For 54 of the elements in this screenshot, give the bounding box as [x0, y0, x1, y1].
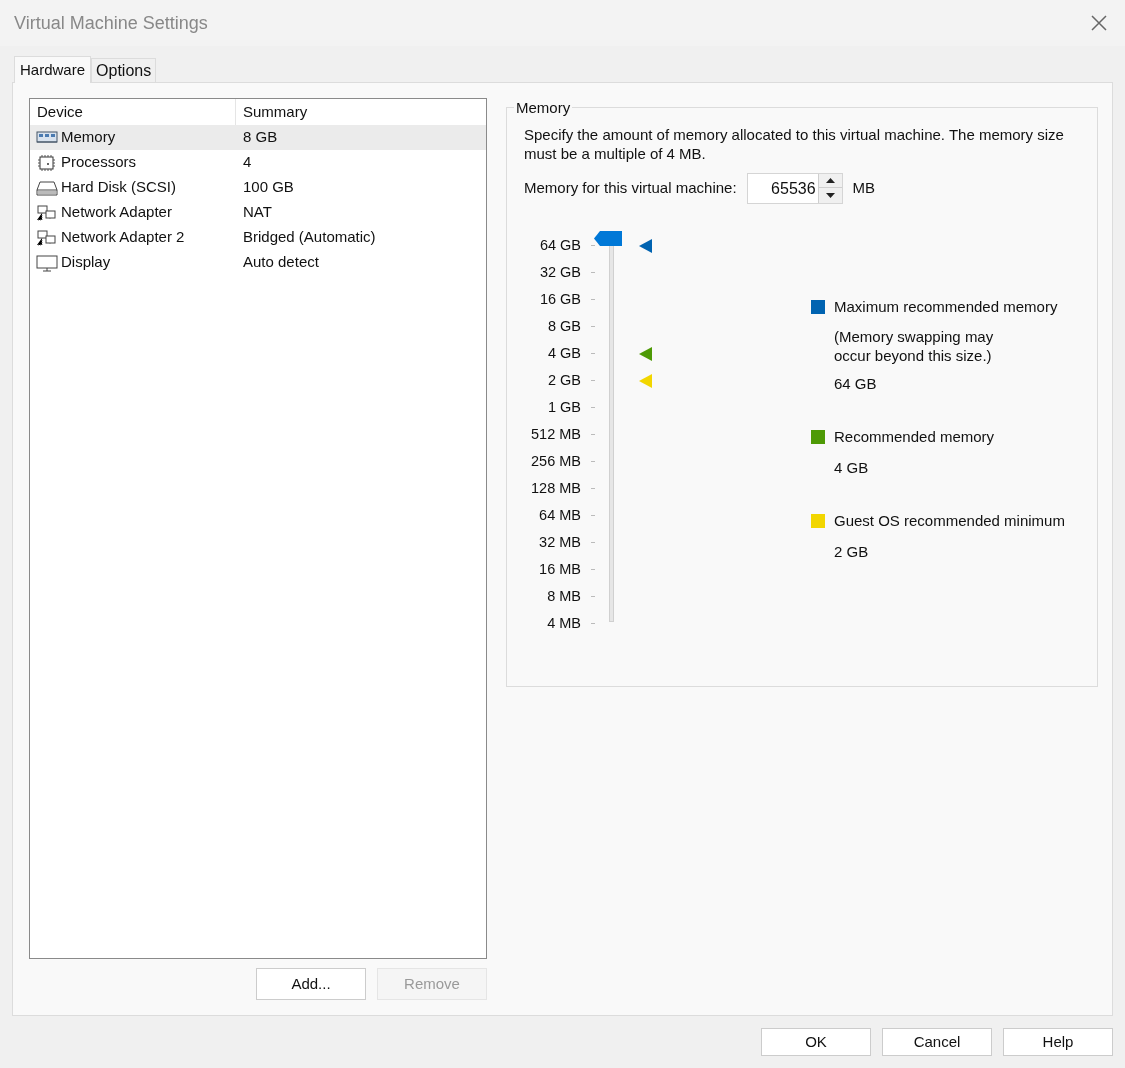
description-text: Specify the amount of memory allocated to this virtual machine. The memory size must be a multiple of 4 MB. — [524, 125, 1065, 163]
tick-label: 1 GB — [546, 397, 581, 417]
window-title: Virtual Machine Settings — [14, 11, 208, 35]
legend-value: 64 GB — [833, 373, 878, 394]
dialog-button[interactable]: Cancel — [882, 1028, 992, 1056]
tick-label: 128 MB — [530, 478, 581, 498]
tick-label: 16 MB — [538, 559, 581, 579]
tick-label: 32 GB — [538, 262, 581, 282]
slider-thumb[interactable] — [594, 231, 624, 246]
dialog-button[interactable]: OK — [761, 1028, 871, 1056]
tick-label: 4 MB — [546, 613, 581, 633]
device-summary: 4 — [242, 152, 252, 173]
device-summary: 100 GB — [242, 177, 294, 198]
tab[interactable]: Options — [91, 58, 157, 82]
device-name: Network Adapter 2 — [60, 227, 185, 248]
network-icon — [35, 203, 59, 222]
tick-label: 16 GB — [538, 289, 581, 309]
device-summary: NAT — [242, 202, 272, 223]
device-name: Memory — [60, 127, 116, 148]
device-summary: 8 GB — [242, 127, 278, 148]
legend-title: Guest OS recommended minimum — [834, 511, 1065, 531]
legend-note: (Memory swapping may occur beyond this size.) — [833, 326, 995, 365]
tick-label: 512 MB — [530, 424, 581, 444]
tick-label: 64 MB — [538, 505, 581, 525]
tick-label: 4 GB — [546, 343, 581, 363]
up-arrow-icon — [825, 178, 835, 183]
unit-label: MB — [852, 178, 876, 199]
tick-label: 8 GB — [546, 316, 581, 336]
memory-spin-field[interactable]: 65536 — [746, 173, 843, 204]
device-summary: Bridged (Automatic) — [242, 227, 376, 248]
monitor-icon — [35, 253, 59, 272]
legend-title: Recommended memory — [834, 427, 995, 447]
device-name: Network Adapter — [60, 202, 172, 223]
legend-value: 4 GB — [833, 457, 870, 478]
slider-track[interactable] — [594, 231, 624, 623]
device-name: Hard Disk (SCSI) — [60, 177, 176, 198]
tick-label: 2 GB — [546, 370, 581, 390]
legend-title: Maximum recommended memory — [834, 297, 1058, 317]
close-icon — [1090, 14, 1108, 32]
network-icon — [35, 228, 59, 247]
device-row[interactable]: Memory 8 GB — [30, 125, 486, 150]
device-name: Processors — [60, 152, 137, 173]
down-arrow-icon — [825, 193, 835, 198]
field-label: Memory for this virtual machine: — [524, 178, 737, 199]
dialog-button[interactable]: Help — [1003, 1028, 1113, 1056]
device-button[interactable]: Add... — [256, 968, 366, 1000]
tick-label: 8 MB — [546, 586, 581, 606]
legend-value: 2 GB — [833, 541, 870, 562]
tick-label: 256 MB — [530, 451, 581, 471]
device-name: Display — [60, 252, 111, 273]
tick-label: 64 GB — [538, 235, 581, 255]
tab[interactable]: Hardware — [14, 56, 92, 83]
device-summary: Auto detect — [242, 252, 319, 273]
tick-label: 32 MB — [538, 532, 581, 552]
